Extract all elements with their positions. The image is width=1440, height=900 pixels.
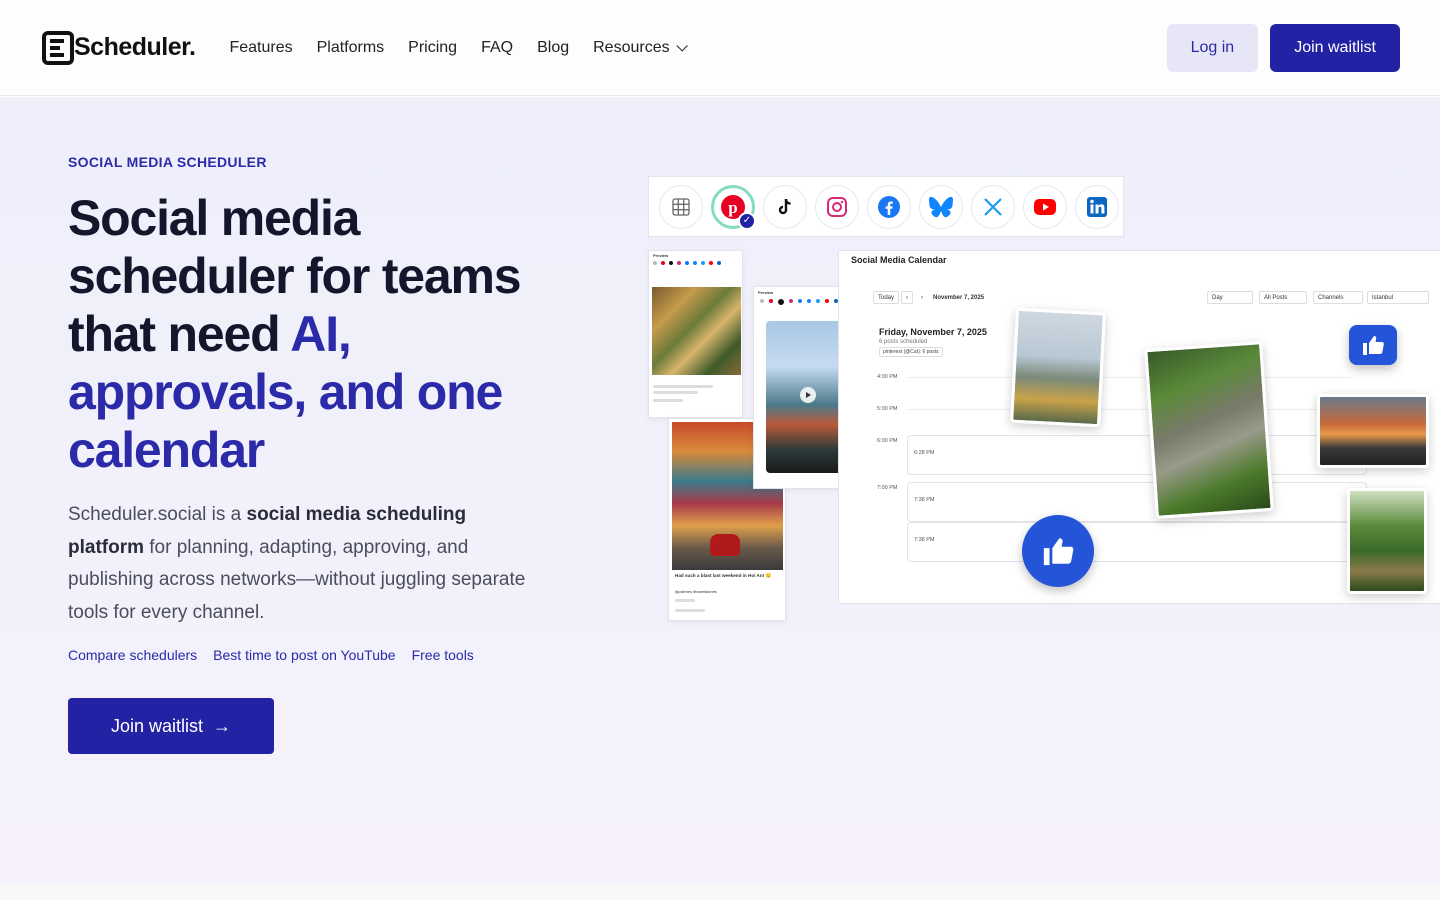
- top-nav: Scheduler. Features Platforms Pricing FA…: [0, 0, 1440, 96]
- platform-icon-bar: p ✓: [648, 176, 1124, 237]
- linkedin-icon[interactable]: [1075, 184, 1119, 229]
- hero-quick-links: Compare schedulers Best time to post on …: [68, 647, 474, 663]
- hero-title: Social media scheduler for teams that ne…: [68, 189, 548, 479]
- prev-day-button[interactable]: ‹: [901, 291, 913, 304]
- logo-icon: [42, 30, 74, 65]
- slot-time: 7:38 PM: [914, 537, 935, 543]
- play-icon[interactable]: [800, 387, 816, 403]
- golden-bridge-photo: [1010, 307, 1106, 428]
- nav-link-resources-label: Resources: [593, 38, 670, 56]
- view-select[interactable]: Day: [1207, 291, 1253, 304]
- calendar-title: Social Media Calendar: [851, 255, 947, 265]
- current-date: November 7, 2025: [929, 291, 989, 304]
- hero-section: SOCIAL MEDIA SCHEDULER Social media sche…: [0, 97, 1440, 883]
- join-waitlist-hero-button[interactable]: Join waitlist →: [68, 698, 274, 754]
- sunset-photo: [1317, 394, 1429, 468]
- pinterest-icon[interactable]: p ✓: [711, 184, 756, 230]
- nav-link-pricing[interactable]: Pricing: [408, 39, 457, 57]
- nav-link-faq[interactable]: FAQ: [481, 39, 513, 57]
- link-best-time-youtube[interactable]: Best time to post on YouTube: [213, 647, 395, 663]
- scheduled-slot[interactable]: 7:38 PM: [907, 482, 1367, 522]
- jungle-photo: [1347, 488, 1427, 594]
- nav-link-platforms[interactable]: Platforms: [317, 39, 385, 57]
- today-button[interactable]: Today: [873, 291, 900, 304]
- card-1-header: Preview: [653, 253, 669, 258]
- card-1-icon-row: [653, 261, 721, 265]
- card-3-header: Preview: [758, 290, 774, 295]
- day-heading: Friday, November 7, 2025: [879, 327, 987, 337]
- post-preview-card-1: Preview: [648, 250, 743, 418]
- link-compare-schedulers[interactable]: Compare schedulers: [68, 647, 197, 663]
- login-button[interactable]: Log in: [1166, 23, 1259, 72]
- grid-icon[interactable]: [659, 184, 703, 229]
- join-waitlist-nav-button[interactable]: Join waitlist: [1270, 23, 1400, 72]
- slot-time: 7:38 PM: [914, 497, 935, 503]
- youtube-icon[interactable]: [1023, 184, 1067, 229]
- statue-photo: [1144, 341, 1274, 519]
- section-divider: [0, 883, 1440, 900]
- time-label: 4:00 PM: [877, 374, 898, 380]
- time-label: 5:00 PM: [877, 406, 898, 412]
- logo-text: Scheduler.: [74, 33, 196, 61]
- channels-select[interactable]: Channels: [1313, 291, 1363, 304]
- nav-link-resources[interactable]: Resources: [593, 38, 688, 57]
- next-day-button[interactable]: ›: [917, 291, 927, 304]
- logo[interactable]: Scheduler.: [42, 28, 196, 68]
- card-2-caption: Had such a blast last weekend in Hoi An!…: [675, 573, 772, 578]
- filter-pill[interactable]: pinterest (@Cat): 6 posts: [879, 347, 943, 357]
- timezone-select[interactable]: Istanbul: [1367, 291, 1429, 304]
- day-subheading: 6 posts scheduled: [879, 339, 928, 345]
- chevron-down-icon: [676, 39, 688, 52]
- facebook-icon[interactable]: [867, 184, 911, 229]
- tiktok-icon[interactable]: [763, 184, 807, 229]
- bluesky-icon[interactable]: [919, 184, 963, 229]
- instagram-icon[interactable]: [815, 184, 859, 229]
- slot-time: 6:28 PM: [914, 450, 935, 456]
- card-2-tags: #justimes #travelstories: [675, 589, 717, 594]
- hero-eyebrow: SOCIAL MEDIA SCHEDULER: [68, 154, 267, 170]
- svg-text:p: p: [728, 198, 737, 217]
- nav-link-features[interactable]: Features: [229, 39, 292, 57]
- thumbs-up-icon: [1349, 325, 1397, 365]
- scooter-shape: [710, 534, 740, 556]
- card-3-icon-row: [760, 299, 838, 305]
- hero-lead: Scheduler.social is a social media sched…: [68, 499, 538, 629]
- posts-select[interactable]: All Posts: [1259, 291, 1307, 304]
- arrow-right-icon: →: [213, 715, 232, 736]
- nav-links: Features Platforms Pricing FAQ Blog Reso…: [229, 38, 688, 57]
- time-label: 6:00 PM: [877, 438, 898, 444]
- nav-link-blog[interactable]: Blog: [537, 39, 569, 57]
- checkmark-icon: ✓: [738, 211, 756, 230]
- nav-actions: Log in Join waitlist: [1166, 23, 1400, 72]
- link-free-tools[interactable]: Free tools: [412, 647, 474, 663]
- cta-label: Join waitlist: [110, 715, 204, 736]
- hero-lead-1: Scheduler.social is a: [68, 504, 247, 525]
- market-photo: [652, 287, 741, 375]
- thumbs-up-icon: [1022, 515, 1094, 587]
- scheduled-slot[interactable]: 7:38 PM: [907, 522, 1367, 562]
- x-icon[interactable]: [971, 184, 1015, 229]
- time-label: 7:00 PM: [877, 485, 898, 491]
- scheduled-slot[interactable]: 6:28 PM: [907, 435, 1367, 475]
